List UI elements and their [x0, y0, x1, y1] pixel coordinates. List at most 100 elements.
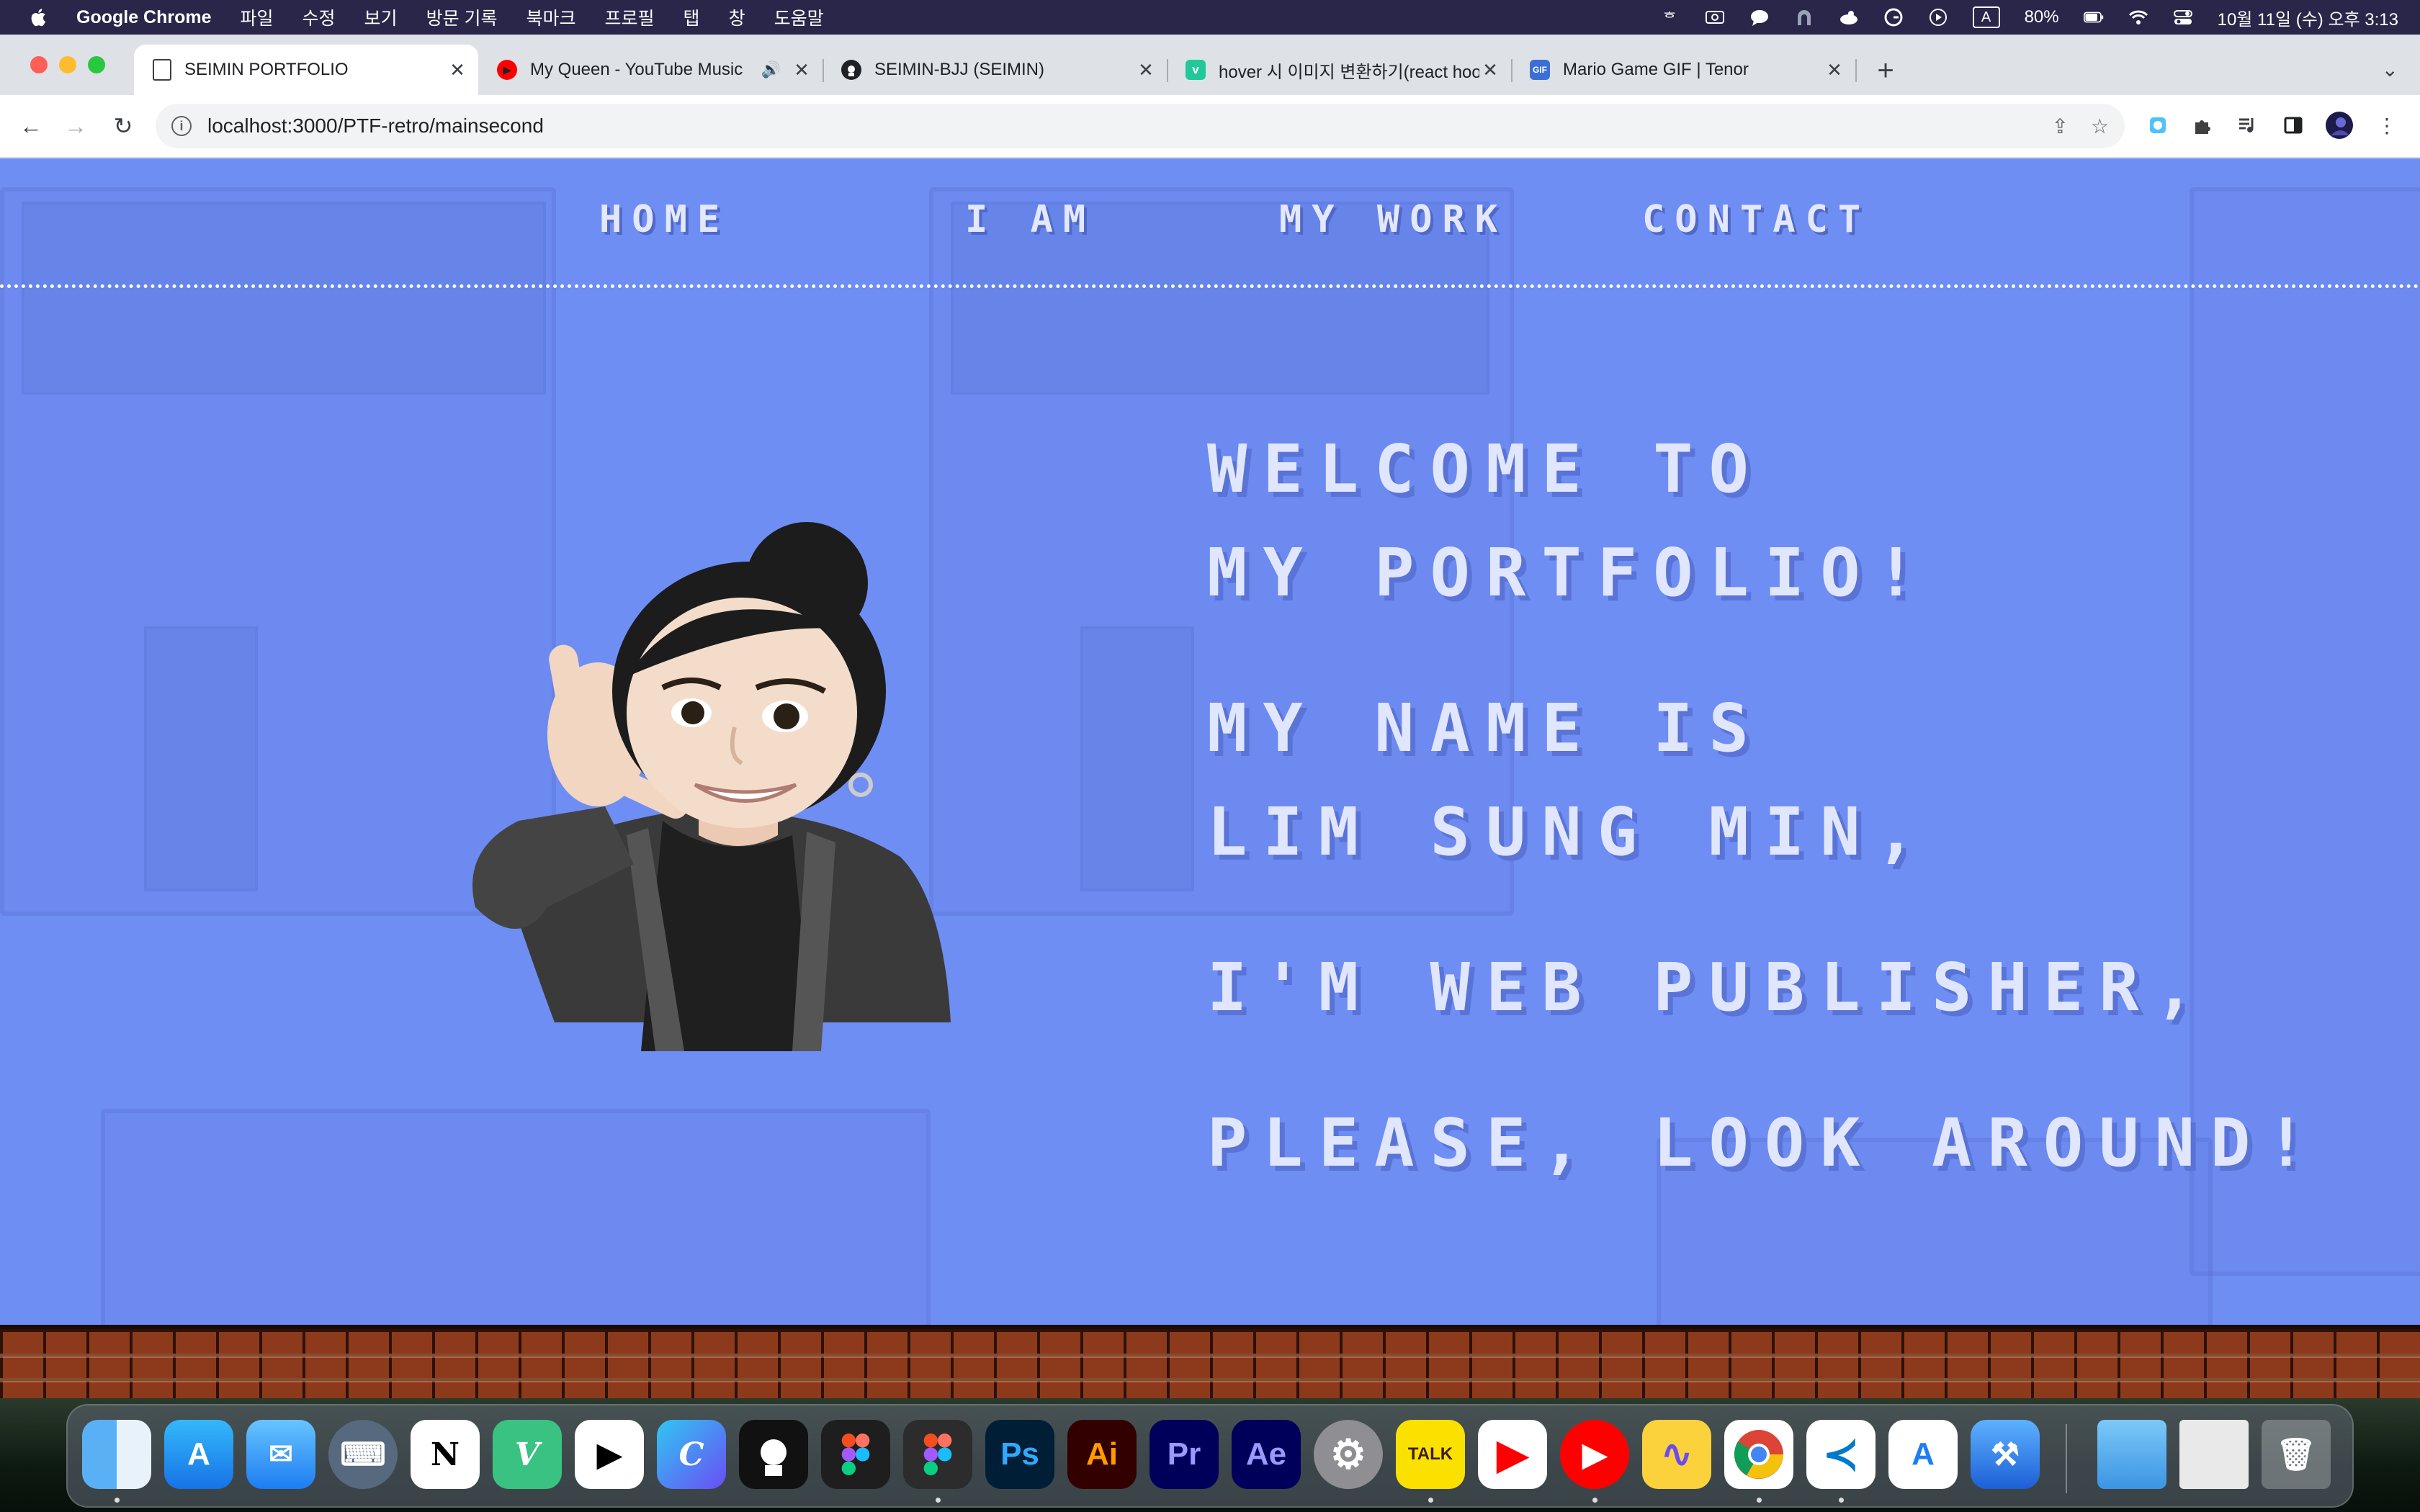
downloads-stack-icon[interactable] [2179, 1420, 2249, 1489]
tab-youtube-music[interactable]: ▶ My Queen - YouTube Music 🔊 ✕ [478, 45, 824, 95]
menu-tab[interactable]: 탭 [684, 4, 700, 30]
tab-close-icon[interactable]: ✕ [1479, 59, 1501, 81]
tab-search-chevron-icon[interactable]: ⌄ [2382, 58, 2398, 81]
app-menus: 파일 수정 보기 방문 기록 북마크 프로필 탭 창 도움말 [241, 4, 853, 30]
browser-tab-strip: SEIMIN PORTFOLIO ✕ ▶ My Queen - YouTube … [0, 35, 2420, 95]
tab-close-icon[interactable]: ✕ [791, 59, 812, 81]
arch-app-icon[interactable] [1794, 8, 1814, 27]
vectorize-icon[interactable]: V [493, 1420, 562, 1489]
menu-history[interactable]: 방문 기록 [426, 4, 498, 30]
grammarly-icon[interactable] [1883, 8, 1904, 27]
media-controls-icon[interactable] [2233, 111, 2262, 140]
address-bar[interactable]: i localhost:3000/PTF-retro/mainsecond ⇪ … [156, 104, 2125, 148]
window-close-button[interactable] [30, 56, 48, 73]
finder-icon[interactable] [82, 1420, 151, 1489]
running-indicator [1428, 1498, 1433, 1503]
nav-contact[interactable]: CONTACT [1642, 198, 1870, 241]
hangul-input-icon[interactable]: ᄒ [1660, 8, 1680, 27]
photoshop-icon[interactable]: Ps [985, 1420, 1054, 1489]
vscode-icon[interactable]: ≺ [1806, 1420, 1876, 1489]
extension-icon[interactable] [2143, 111, 2172, 140]
audio-playing-icon[interactable]: 🔊 [761, 60, 781, 79]
app-store-connect-icon[interactable]: A [1888, 1420, 1958, 1489]
play-circle-icon[interactable] [1928, 8, 1948, 27]
after-effects-icon[interactable]: Ae [1232, 1420, 1301, 1489]
page-icon [153, 59, 171, 81]
menubar-clock[interactable]: 10월 11일 (수) 오후 3:13 [2218, 5, 2398, 30]
chrome-icon[interactable] [1724, 1420, 1793, 1489]
hero-line-portfolio: MY PORTFOLIO! [1207, 534, 1932, 611]
brick-row-highlight [0, 1354, 2420, 1358]
tab-velog-hover[interactable]: v hover 시 이미지 변환하기(react hooks ✕ [1167, 45, 1512, 95]
keyboard-app-icon[interactable]: ⌨ [328, 1420, 398, 1489]
framer-icon[interactable]: ▶ [575, 1420, 644, 1489]
tab-close-icon[interactable]: ✕ [1135, 59, 1157, 81]
tab-close-icon[interactable]: ✕ [1824, 59, 1845, 81]
share-icon[interactable]: ⇪ [2052, 114, 2069, 138]
window-minimize-button[interactable] [59, 56, 76, 73]
puzzle-extensions-icon[interactable] [2188, 111, 2217, 140]
active-app-name[interactable]: Google Chrome [76, 7, 212, 28]
tab-seimin-portfolio[interactable]: SEIMIN PORTFOLIO ✕ [134, 45, 478, 95]
side-panel-icon[interactable] [2279, 111, 2308, 140]
github-desktop-icon[interactable] [739, 1420, 808, 1489]
wifi-icon[interactable] [2128, 8, 2148, 27]
running-indicator [1592, 1498, 1597, 1503]
menu-edit[interactable]: 수정 [302, 4, 336, 30]
hero-line-my-name-is: MY NAME IS [1207, 690, 1765, 767]
mail-icon[interactable]: ✉ [246, 1420, 315, 1489]
youtube-icon[interactable]: ▶ [1478, 1420, 1547, 1489]
youtube-music-app-icon[interactable]: ▶ [1560, 1420, 1629, 1489]
profile-avatar[interactable] [2325, 111, 2354, 140]
site-nav: HOME I AM MY WORK CONTACT [0, 158, 2420, 288]
nav-my-work[interactable]: MY WORK [1279, 198, 1507, 241]
app-store-icon[interactable]: A [164, 1420, 233, 1489]
folder-icon[interactable] [2097, 1420, 2166, 1489]
address-url[interactable]: localhost:3000/PTF-retro/mainsecond [207, 114, 544, 138]
screen-capture-icon[interactable] [1705, 8, 1725, 27]
trash-icon[interactable]: 🗑 [2262, 1420, 2331, 1489]
craft-icon[interactable]: C [657, 1420, 726, 1489]
bookmark-star-icon[interactable]: ☆ [2091, 114, 2109, 138]
menu-bookmarks[interactable]: 북마크 [526, 4, 576, 30]
back-arrow-icon[interactable]: ← [14, 109, 48, 143]
tab-github[interactable]: SEIMIN-BJJ (SEIMIN) ✕ [823, 45, 1168, 95]
running-indicator [1839, 1498, 1844, 1503]
battery-percent[interactable]: 80% [2025, 7, 2059, 27]
nav-home[interactable]: HOME [599, 198, 730, 241]
dock: A ✉ ⌨ N V ▶ C Ps Ai Pr Ae ⚙ TALK ▶ ▶ ∿ ≺ [66, 1404, 2354, 1508]
tab-title: Mario Game GIF | Tenor [1563, 60, 1749, 79]
system-settings-icon[interactable]: ⚙ [1314, 1420, 1383, 1489]
window-zoom-button[interactable] [88, 56, 105, 73]
chrome-menu-icon[interactable]: ⋮ [2372, 111, 2401, 140]
menu-file[interactable]: 파일 [241, 4, 274, 30]
tab-close-icon[interactable]: ✕ [447, 59, 468, 81]
battery-icon[interactable] [2083, 8, 2104, 27]
input-source-indicator[interactable]: A [1972, 6, 2000, 28]
tab-tenor-gif[interactable]: GIF Mario Game GIF | Tenor ✕ [1511, 45, 1857, 95]
illustrator-icon[interactable]: Ai [1067, 1420, 1137, 1489]
new-tab-button[interactable]: + [1871, 55, 1900, 86]
menu-profiles[interactable]: 프로필 [605, 4, 655, 30]
site-info-icon[interactable]: i [171, 116, 192, 136]
menu-view[interactable]: 보기 [364, 4, 398, 30]
audio-app-icon[interactable]: ∿ [1642, 1420, 1711, 1489]
tab-separator [1855, 59, 1857, 82]
forward-arrow-icon[interactable]: → [59, 109, 92, 143]
control-center-icon[interactable] [2173, 8, 2193, 27]
status-area: ᄒ A 80% 10월 11일 (수) 오후 3:13 [1660, 0, 2398, 35]
notion-icon[interactable]: N [411, 1420, 480, 1489]
nav-i-am[interactable]: I AM [965, 198, 1095, 241]
menu-window[interactable]: 창 [729, 4, 745, 30]
figma-icon[interactable] [821, 1420, 890, 1489]
premiere-pro-icon[interactable]: Pr [1150, 1420, 1219, 1489]
reload-icon[interactable]: ↻ [107, 109, 140, 143]
cloud-app-icon[interactable] [1839, 8, 1859, 27]
background-fence [101, 1109, 931, 1333]
kakaotalk-icon[interactable]: TALK [1396, 1420, 1465, 1489]
xcode-icon[interactable]: ⚒ [1971, 1420, 2040, 1489]
apple-menu-icon[interactable] [27, 6, 48, 28]
menu-help[interactable]: 도움말 [774, 4, 824, 30]
figma-beta-icon[interactable] [903, 1420, 972, 1489]
chat-bubble-icon[interactable] [1749, 8, 1770, 27]
